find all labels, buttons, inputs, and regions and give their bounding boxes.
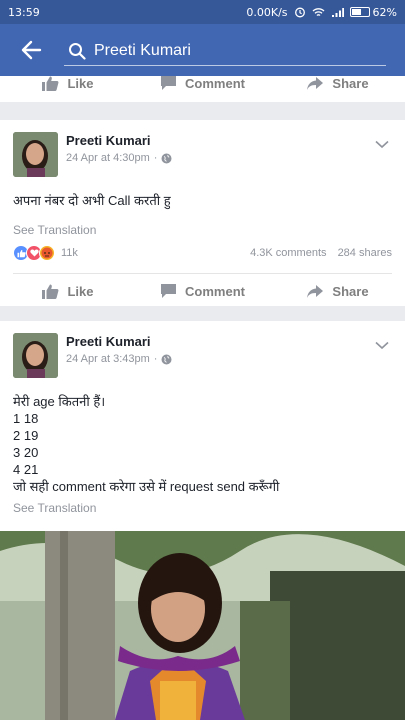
status-bar: 13:59 0.00K/s 62% bbox=[0, 0, 405, 24]
post-text-line: जो सही comment करेगा उसे में request sen… bbox=[13, 479, 280, 494]
comments-count[interactable]: 4.3K comments bbox=[250, 247, 326, 259]
share-label: Share bbox=[332, 76, 369, 91]
battery-percent: 62% bbox=[372, 5, 397, 19]
like-label: Like bbox=[67, 76, 94, 91]
alarm-icon bbox=[294, 7, 305, 18]
post-text: अपना नंबर दो अभी Call करती हु bbox=[13, 193, 171, 208]
see-translation-link[interactable]: See Translation bbox=[0, 501, 405, 515]
post-stats: 11k 4.3K comments 284 shares bbox=[0, 241, 405, 265]
arrow-left-icon bbox=[21, 40, 42, 60]
angry-reaction-icon bbox=[39, 245, 55, 261]
share-arrow-icon bbox=[307, 284, 324, 298]
post-options-button[interactable] bbox=[375, 335, 389, 354]
post-timestamp[interactable]: 24 Apr at 4:30pm bbox=[66, 152, 150, 164]
avatar[interactable] bbox=[13, 132, 58, 177]
globe-icon bbox=[161, 354, 172, 364]
post-text: मेरी age कितनी हैं। 1 18 2 19 3 20 4 21 … bbox=[0, 393, 405, 495]
post-photo[interactable] bbox=[0, 531, 405, 720]
like-button[interactable]: Like bbox=[0, 283, 135, 300]
status-icons: 0.00K/s 62% bbox=[246, 6, 397, 19]
post-text-line: मेरी age कितनी हैं। bbox=[13, 394, 106, 409]
comment-label: Comment bbox=[185, 76, 245, 91]
share-label: Share bbox=[332, 283, 369, 299]
shares-count[interactable]: 284 shares bbox=[338, 247, 392, 259]
comment-button[interactable]: Comment bbox=[135, 76, 270, 91]
post-options-button[interactable] bbox=[375, 134, 389, 153]
comment-icon bbox=[161, 76, 177, 90]
share-button[interactable]: Share bbox=[270, 284, 405, 299]
post-header: Preeti Kumari 24 Apr at 4:30pm · bbox=[0, 120, 405, 180]
post-text-line: 1 18 bbox=[13, 411, 39, 426]
share-arrow-icon bbox=[307, 76, 324, 90]
wifi-icon bbox=[312, 7, 324, 16]
post-header: Preeti Kumari 24 Apr at 3:43pm · bbox=[0, 321, 405, 381]
battery-icon bbox=[349, 7, 370, 17]
search-query-text[interactable]: Preeti Kumari bbox=[94, 42, 191, 60]
globe-icon bbox=[161, 153, 172, 163]
chevron-down-icon bbox=[375, 140, 389, 149]
post-card: Preeti Kumari 24 Apr at 4:30pm · अपना नं… bbox=[0, 120, 405, 306]
like-button[interactable]: Like bbox=[0, 76, 135, 92]
previous-post-actions: Like Comment Share bbox=[0, 76, 405, 101]
back-button[interactable] bbox=[0, 24, 62, 76]
share-button[interactable]: Share bbox=[270, 76, 405, 91]
comment-label: Comment bbox=[185, 283, 245, 299]
thumbs-up-icon bbox=[42, 284, 59, 299]
post-meta: 24 Apr at 4:30pm · bbox=[66, 152, 172, 164]
search-field[interactable]: Preeti Kumari bbox=[64, 36, 386, 66]
meta-separator: · bbox=[153, 353, 158, 365]
avatar[interactable] bbox=[13, 333, 58, 378]
post-meta: 24 Apr at 3:43pm · bbox=[66, 353, 172, 365]
post-text-line: 3 20 bbox=[13, 445, 39, 460]
reactions-count: 11k bbox=[61, 247, 78, 259]
like-label: Like bbox=[67, 283, 94, 299]
engagement-counts: 4.3K comments 284 shares bbox=[250, 247, 392, 259]
network-speed: 0.00K/s bbox=[246, 5, 288, 19]
post-actions: Like Comment Share bbox=[0, 274, 405, 308]
status-time: 13:59 bbox=[8, 5, 40, 19]
battery-indicator: 62% bbox=[349, 5, 397, 19]
post-text-line: 4 21 bbox=[13, 462, 39, 477]
comment-button[interactable]: Comment bbox=[135, 283, 270, 299]
search-icon bbox=[66, 40, 88, 62]
thumbs-up-icon bbox=[42, 76, 59, 91]
battery-level-fill bbox=[351, 9, 361, 15]
post-author-name[interactable]: Preeti Kumari bbox=[66, 133, 151, 148]
comment-icon bbox=[161, 284, 177, 298]
previous-post-card: Like Comment Share bbox=[0, 76, 405, 102]
signal-icon bbox=[331, 7, 344, 17]
post-text-line: 2 19 bbox=[13, 428, 39, 443]
meta-separator: · bbox=[153, 152, 158, 164]
app-bar: Preeti Kumari bbox=[0, 24, 405, 76]
chevron-down-icon bbox=[375, 341, 389, 350]
post-timestamp[interactable]: 24 Apr at 3:43pm bbox=[66, 353, 150, 365]
reactions-summary[interactable]: 11k bbox=[13, 245, 78, 261]
see-translation-link[interactable]: See Translation bbox=[0, 223, 405, 237]
post-author-name[interactable]: Preeti Kumari bbox=[66, 334, 151, 349]
